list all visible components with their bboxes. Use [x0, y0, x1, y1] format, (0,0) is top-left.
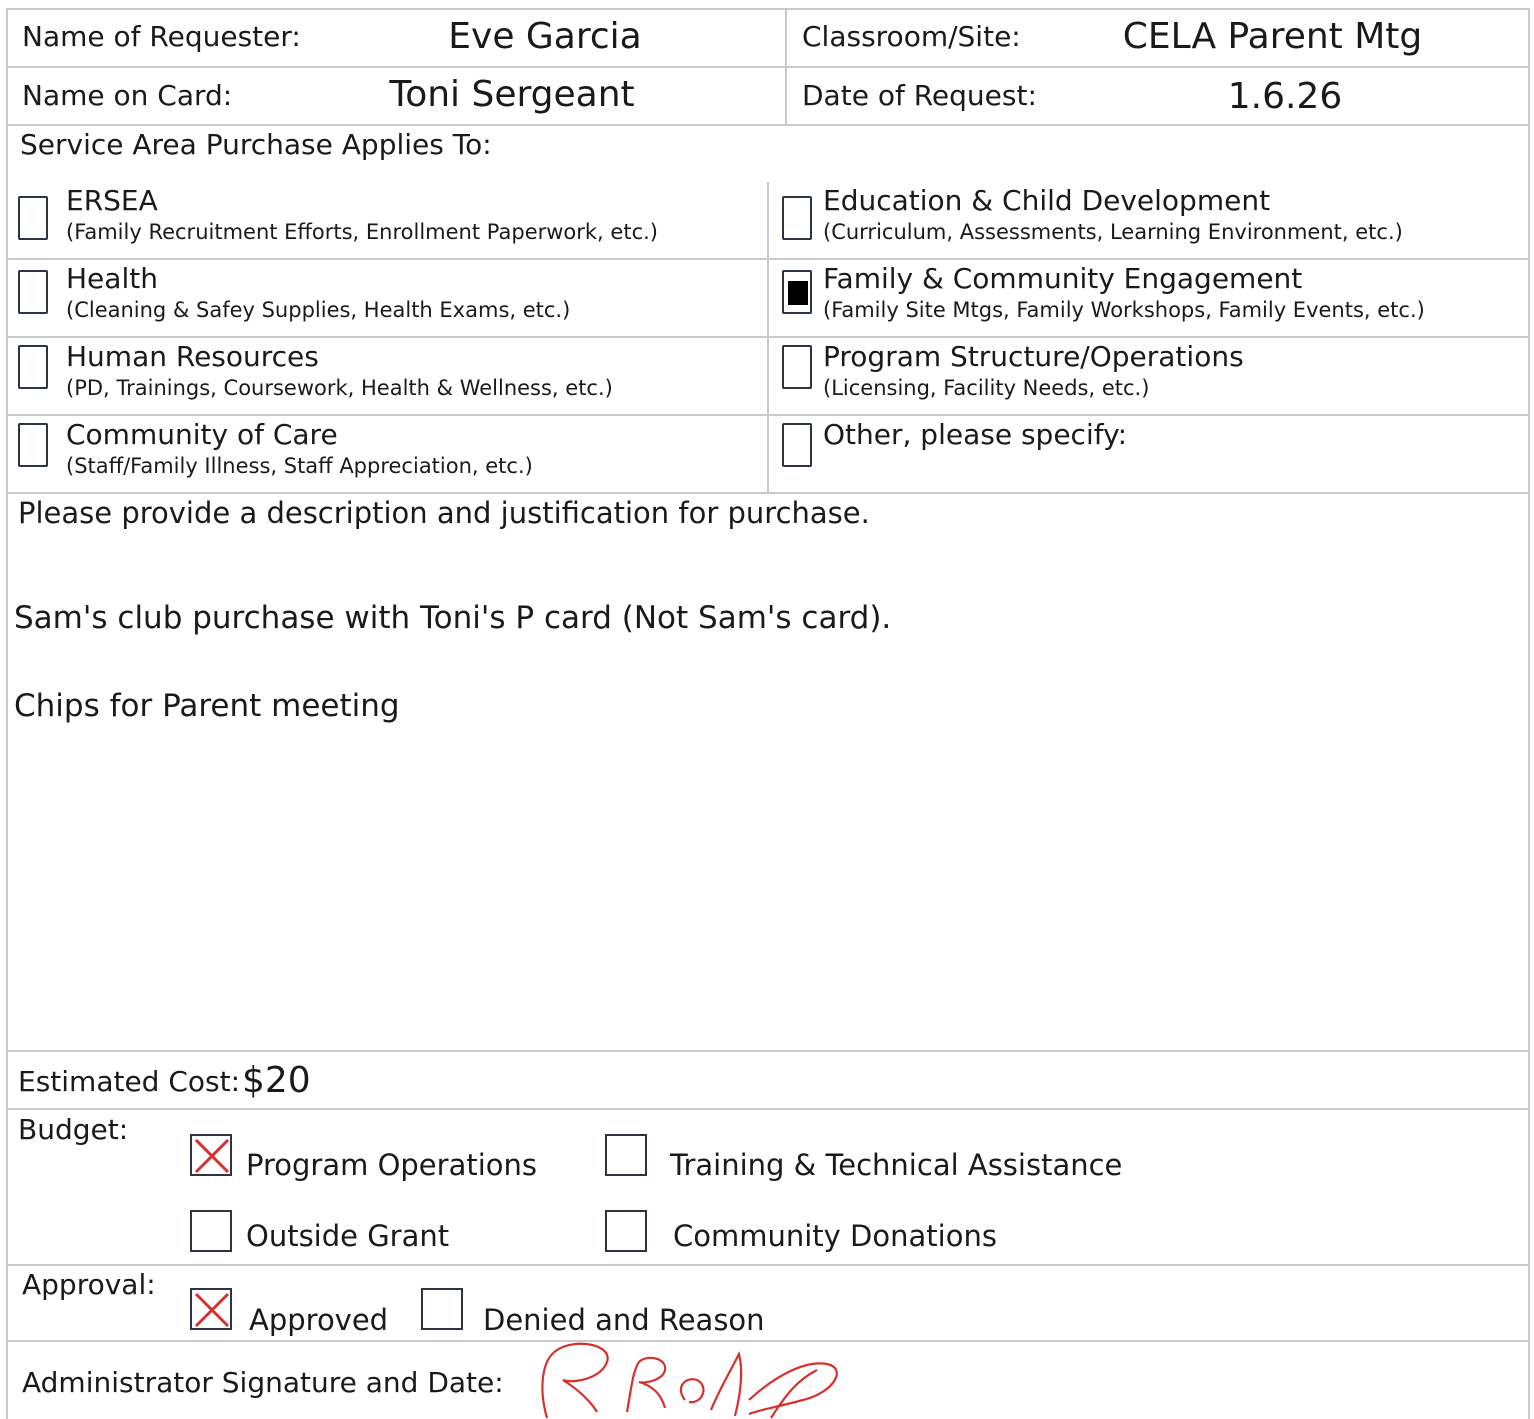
ersea-description: (Family Recruitment Efforts, Enrollment … — [66, 220, 658, 244]
approved-label: Approved — [249, 1303, 389, 1337]
human-resources-checkbox[interactable] — [18, 345, 48, 389]
education-title: Education & Child Development — [823, 184, 1271, 217]
community-donations-checkbox[interactable] — [605, 1210, 647, 1252]
education-checkbox[interactable] — [782, 196, 812, 240]
community-of-care-checkbox[interactable] — [18, 423, 48, 467]
date-value[interactable]: 1.6.26 — [1185, 76, 1385, 117]
family-engagement-checkbox[interactable] — [782, 270, 812, 314]
community-of-care-title: Community of Care — [66, 418, 338, 451]
program-structure-title: Program Structure/Operations — [823, 340, 1244, 373]
community-of-care-description: (Staff/Family Illness, Staff Appreciatio… — [66, 454, 533, 478]
check-x-icon — [194, 1138, 230, 1174]
site-value[interactable]: CELA Parent Mtg — [1100, 16, 1445, 57]
denied-checkbox[interactable] — [421, 1288, 463, 1330]
row-divider — [6, 66, 1530, 68]
row-divider — [6, 124, 1530, 126]
denied-label: Denied and Reason — [483, 1303, 765, 1337]
approval-label: Approval: — [22, 1268, 156, 1301]
row-divider — [6, 1050, 1530, 1052]
outside-grant-checkbox[interactable] — [190, 1210, 232, 1252]
cost-value[interactable]: $20 — [242, 1060, 311, 1101]
other-checkbox[interactable] — [782, 423, 812, 467]
family-engagement-description: (Family Site Mtgs, Family Workshops, Fam… — [823, 298, 1425, 322]
training-checkbox[interactable] — [605, 1134, 647, 1176]
handwritten-signature[interactable] — [535, 1340, 855, 1419]
column-divider — [785, 8, 787, 126]
card-value[interactable]: Toni Sergeant — [372, 74, 652, 115]
budget-label: Budget: — [18, 1113, 129, 1146]
other-title: Other, please specify: — [823, 418, 1128, 451]
health-checkbox[interactable] — [18, 270, 48, 314]
check-x-icon — [194, 1292, 230, 1328]
description-line-1: Sam's club purchase with Toni's P card (… — [14, 600, 892, 636]
human-resources-description: (PD, Trainings, Coursework, Health & Wel… — [66, 376, 613, 400]
program-structure-checkbox[interactable] — [782, 345, 812, 389]
row-divider — [6, 1108, 1530, 1110]
form-border-right — [1528, 8, 1530, 1419]
approved-checkbox[interactable] — [190, 1288, 232, 1330]
health-title: Health — [66, 262, 158, 295]
service-area-heading: Service Area Purchase Applies To: — [20, 128, 492, 161]
health-description: (Cleaning & Safey Supplies, Health Exams… — [66, 298, 571, 322]
description-prompt: Please provide a description and justifi… — [18, 496, 870, 530]
site-label: Classroom/Site: — [802, 20, 1021, 53]
card-label: Name on Card: — [22, 79, 233, 112]
cost-label: Estimated Cost: — [18, 1065, 241, 1098]
row-divider — [6, 1264, 1530, 1266]
description-textarea[interactable]: Sam's club purchase with Toni's P card (… — [8, 530, 1526, 1048]
form-border-top — [6, 8, 1530, 10]
outside-grant-label: Outside Grant — [246, 1219, 450, 1253]
human-resources-title: Human Resources — [66, 340, 319, 373]
date-label: Date of Request: — [802, 79, 1037, 112]
program-structure-description: (Licensing, Facility Needs, etc.) — [823, 376, 1150, 400]
family-engagement-title: Family & Community Engagement — [823, 262, 1303, 295]
column-divider — [767, 182, 769, 494]
requester-label: Name of Requester: — [22, 20, 301, 53]
requester-value[interactable]: Eve Garcia — [400, 16, 690, 57]
ersea-title: ERSEA — [66, 184, 158, 217]
description-line-2: Chips for Parent meeting — [14, 688, 400, 724]
signature-label: Administrator Signature and Date: — [22, 1366, 504, 1399]
community-donations-label: Community Donations — [673, 1219, 997, 1253]
ersea-checkbox[interactable] — [18, 196, 48, 240]
program-operations-checkbox[interactable] — [190, 1134, 232, 1176]
training-label: Training & Technical Assistance — [670, 1148, 1123, 1182]
program-operations-label: Program Operations — [246, 1148, 538, 1182]
education-description: (Curriculum, Assessments, Learning Envir… — [823, 220, 1403, 244]
